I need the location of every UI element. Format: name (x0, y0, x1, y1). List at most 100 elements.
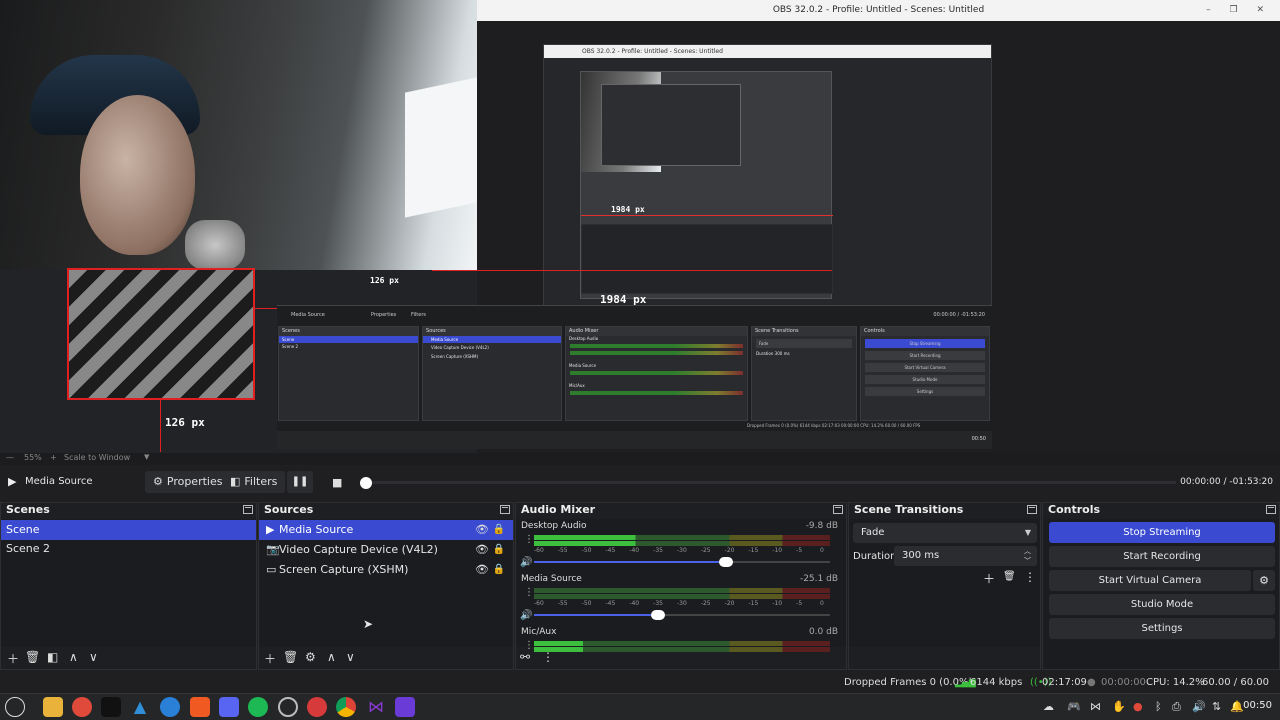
selected-source-hatch[interactable] (67, 268, 255, 400)
trash-icon[interactable]: 🗑 (1003, 571, 1016, 582)
preview-canvas[interactable]: OBS 32.0.2 - Profile: Untitled - Scenes:… (0, 0, 1280, 453)
start-recording-button[interactable]: Start Recording (1049, 546, 1275, 567)
volume-icon[interactable]: 🔊 (1192, 700, 1206, 713)
hand-icon[interactable]: ✋ (1112, 700, 1126, 713)
speaker-icon[interactable]: 🔊 (520, 610, 532, 621)
settings-button[interactable]: Settings (1049, 618, 1275, 639)
folder-icon[interactable] (43, 697, 63, 717)
brave-icon[interactable] (190, 697, 210, 717)
dock-float-icon[interactable] (500, 505, 510, 514)
zoom-dropdown-icon[interactable]: ▼ (144, 453, 149, 461)
more-icon[interactable]: ⋮ (524, 534, 534, 545)
steam-icon[interactable] (278, 697, 298, 717)
butterfly-tray-icon[interactable]: ⋈ (1090, 700, 1101, 713)
source-item-media-source[interactable]: ▶ Media Source 👁 🔒 (259, 520, 513, 540)
dock-float-icon[interactable] (833, 505, 843, 514)
db-tick-label: -35 (653, 547, 663, 554)
chevron-up-icon[interactable]: ∧ (69, 650, 78, 664)
eye-icon[interactable]: 👁 (475, 560, 489, 580)
visual-studio-icon[interactable] (395, 697, 415, 717)
link-icon[interactable]: ⚯ (520, 650, 530, 664)
source-item-screen-capture[interactable]: ▭ Screen Capture (XSHM) 👁 🔒 (259, 560, 513, 580)
volume-handle[interactable] (719, 557, 734, 567)
eye-icon[interactable]: 👁 (475, 540, 489, 560)
dock-float-icon[interactable] (1027, 505, 1037, 514)
terminal-icon[interactable] (101, 697, 121, 717)
speaker-icon[interactable]: 🔊 (520, 557, 532, 568)
cloud-icon[interactable]: ☁ (1043, 700, 1054, 713)
discord-icon[interactable] (219, 697, 239, 717)
source-item-video-capture[interactable]: 📷 Video Capture Device (V4L2) 👁 🔒 (259, 540, 513, 560)
db-tick-label: -25 (700, 600, 711, 607)
stop-button[interactable]: ■ (332, 476, 342, 489)
trash-icon[interactable]: 🗑 (283, 650, 298, 664)
menu-icon[interactable] (5, 697, 25, 717)
filters-button[interactable]: ◧ Filters (222, 471, 286, 493)
spotify-icon[interactable] (248, 697, 268, 717)
pause-button[interactable]: ❚❚ (287, 471, 313, 493)
filter-icon[interactable]: ◧ (47, 650, 58, 664)
stop-streaming-button[interactable]: Stop Streaming (1049, 522, 1275, 543)
chevron-down-icon[interactable]: ∨ (89, 650, 98, 664)
filter-icon: ◧ (230, 475, 241, 488)
seek-bar[interactable] (364, 481, 1176, 484)
measure-label-height-small: 126 px (370, 276, 399, 285)
play-icon: ▶ (266, 523, 275, 536)
stepper-down-icon[interactable]: ﹀ (1024, 551, 1031, 571)
db-tick-label: -35 (653, 600, 663, 607)
app-red-icon[interactable] (72, 697, 92, 717)
trash-icon[interactable]: 🗑 (25, 650, 40, 664)
virtual-camera-settings-icon[interactable]: ⚙ (1253, 570, 1275, 591)
butterfly-icon[interactable]: ⋈ (366, 697, 386, 717)
zoom-minus[interactable]: — (6, 453, 14, 462)
mini-ctrl-1: Stop Streaming (865, 339, 985, 348)
mini-transitions-dock: Scene Transitions Fade Duration 300 ms (751, 326, 857, 421)
obs-tray-icon[interactable]: ● (1133, 700, 1143, 713)
transition-select[interactable]: Fade ▼ (853, 523, 1037, 543)
volume-slider[interactable] (534, 610, 830, 620)
volume-slider[interactable] (534, 557, 830, 567)
obs-icon[interactable] (307, 697, 327, 717)
arch-icon[interactable]: ▲ (130, 697, 150, 717)
seek-handle[interactable] (360, 477, 372, 489)
chevron-down-icon[interactable]: ∨ (346, 650, 355, 664)
lock-icon[interactable]: 🔒 (493, 540, 505, 560)
studio-mode-button[interactable]: Studio Mode (1049, 594, 1275, 615)
printer-icon[interactable]: ⎙ (1172, 700, 1181, 714)
mini-sources-dock: Sources Media Source Video Capture Devic… (422, 326, 562, 421)
mini-transitions-title: Scene Transitions (752, 327, 856, 336)
properties-button[interactable]: ⚙ Properties (145, 471, 231, 493)
db-tick-label: -25 (700, 547, 711, 554)
more-icon[interactable]: ⋮ (1024, 570, 1036, 584)
bluetooth-icon[interactable]: ᛒ (1155, 700, 1162, 713)
dock-float-icon[interactable] (1266, 505, 1276, 514)
notification-icon[interactable]: 🔔 (1230, 700, 1244, 713)
volume-handle[interactable] (651, 610, 666, 620)
chrome-icon[interactable] (336, 697, 356, 717)
duration-spinbox[interactable]: 300 ms ︿ ﹀ (894, 546, 1037, 566)
play-icon[interactable]: ▶ (8, 475, 16, 488)
channel-db: -25.1 dB (799, 574, 838, 584)
lock-icon[interactable]: 🔒 (493, 520, 505, 540)
add-icon[interactable]: ＋ (983, 570, 995, 587)
captured-window-titlebar: OBS 32.0.2 - Profile: Untitled - Scenes:… (477, 0, 1280, 21)
eye-icon[interactable]: 👁 (475, 520, 489, 540)
more-icon[interactable]: ⋮ (524, 587, 534, 598)
gear-icon[interactable]: ⚙ (305, 650, 316, 664)
more-icon[interactable]: ⋮ (542, 650, 554, 664)
scene-item-scene-2[interactable]: Scene 2 (1, 539, 256, 559)
lock-icon[interactable]: 🔒 (493, 560, 505, 580)
add-icon[interactable]: ＋ (264, 650, 276, 667)
dock-float-icon[interactable] (243, 505, 253, 514)
scene-item-scene[interactable]: Scene (1, 520, 256, 540)
add-icon[interactable]: ＋ (7, 650, 19, 667)
db-tick-label: -60 (534, 547, 544, 554)
zoom-scale-label[interactable]: Scale to Window (64, 453, 130, 462)
chevron-up-icon[interactable]: ∧ (327, 650, 336, 664)
browser-icon[interactable] (160, 697, 180, 717)
zoom-plus[interactable]: + (50, 453, 57, 462)
start-virtual-camera-button[interactable]: Start Virtual Camera (1049, 570, 1251, 591)
gamepad-icon[interactable]: 🎮 (1067, 700, 1081, 713)
mixer-toolbar: ⚯ ⋮ (516, 647, 846, 669)
network-icon[interactable]: ⇅ (1212, 700, 1221, 713)
